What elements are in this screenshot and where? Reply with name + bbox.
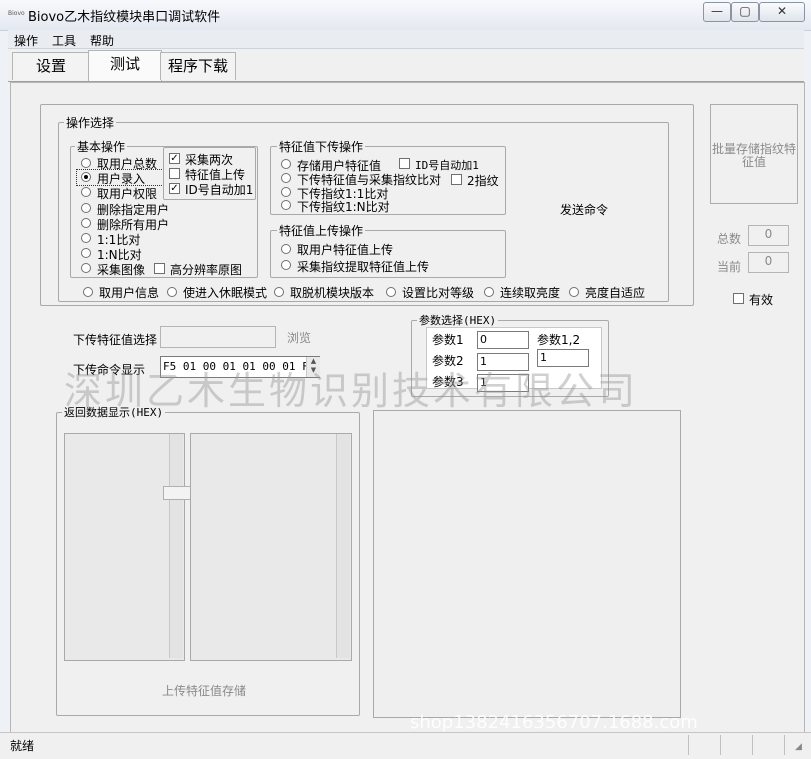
param12-label: 参数1,2 [537, 333, 581, 347]
radio-sleep-mode[interactable] [167, 287, 177, 297]
label-get-user-info: 取用户信息 [99, 286, 160, 300]
return-data-right-pane[interactable] [190, 433, 352, 661]
label-download-1-n: 下传指纹1:N比对 [297, 200, 390, 214]
checkbox-download-id-auto[interactable] [399, 158, 410, 169]
feature-upload-title: 特征值上传操作 [277, 222, 366, 239]
radio-brightness-adaptive[interactable] [569, 287, 579, 297]
download-feature-select-label: 下传特征值选择 [73, 333, 158, 347]
total-label: 总数 [717, 232, 742, 246]
watermark-company: 深圳乙木生物识别技术有限公司 [64, 369, 639, 413]
radio-store-user-feature[interactable] [281, 159, 291, 169]
radio-delete-user[interactable] [81, 203, 91, 213]
param1-label: 参数1 [432, 333, 464, 347]
checkbox-two-fingerprints[interactable] [451, 174, 462, 185]
status-divider [720, 735, 721, 755]
radio-compare-1-1[interactable] [81, 233, 91, 243]
label-set-compare-level: 设置比对等级 [402, 286, 475, 300]
send-command-button[interactable]: 发送命令 [560, 201, 608, 218]
checkbox-valid[interactable] [733, 293, 744, 304]
total-field: 0 [748, 225, 789, 246]
maximize-button[interactable]: ▢ [731, 2, 759, 22]
label-brightness-adaptive: 亮度自适应 [585, 286, 646, 300]
radio-upload-user-feature[interactable] [281, 244, 291, 254]
radio-get-user-count[interactable] [81, 158, 91, 168]
status-bar [0, 732, 811, 759]
upload-store-button[interactable]: 上传特征值存储 [162, 682, 246, 699]
params-title: 参数选择(HEX) [417, 312, 499, 328]
current-label: 当前 [717, 260, 742, 274]
radio-delete-all-users[interactable] [81, 218, 91, 228]
basic-operations-title: 基本操作 [75, 138, 128, 155]
feature-download-title: 特征值下传操作 [277, 138, 366, 155]
current-field: 0 [748, 252, 789, 273]
operation-select-title: 操作选择 [64, 114, 117, 131]
label-two-fingerprints: 2指纹 [467, 174, 499, 188]
fingerprint-image-area [373, 410, 681, 718]
menu-tools[interactable]: 工具 [52, 32, 76, 49]
label-get-user-permission: 取用户权限 [97, 187, 158, 201]
return-data-left-pane[interactable] [64, 433, 185, 661]
menu-bar [8, 30, 804, 49]
param1-field[interactable]: 0 [477, 331, 529, 349]
radio-set-compare-level[interactable] [386, 287, 396, 297]
radio-get-user-info[interactable] [83, 287, 93, 297]
window-title: Biovo乙木指纹模块串口调试软件 [28, 10, 221, 25]
minimize-button[interactable]: — [703, 2, 731, 22]
close-button[interactable]: ✕ [759, 2, 805, 22]
label-get-version: 取脱机模块版本 [290, 286, 375, 300]
status-divider [784, 735, 785, 755]
checkbox-hires-image[interactable] [154, 263, 165, 274]
radio-capture-image[interactable] [81, 263, 91, 273]
radio-user-enroll[interactable] [81, 172, 91, 182]
download-feature-path-field[interactable] [160, 326, 276, 348]
checkbox-upload-feature[interactable] [169, 168, 180, 179]
label-valid: 有效 [749, 293, 774, 307]
watermark-shop-url: shop1382416356707.1688.com [410, 712, 698, 733]
label-sleep-mode: 使进入休眠模式 [183, 286, 268, 300]
checkbox-id-auto-inc[interactable]: ✓ [169, 183, 180, 194]
app-icon: Biovo [8, 10, 25, 17]
radio-compare-1-n[interactable] [81, 248, 91, 258]
batch-store-button[interactable]: 批量存储指纹特征值 [710, 104, 798, 204]
tab-test[interactable]: 测试 [88, 50, 162, 81]
radio-download-1-1[interactable] [281, 187, 291, 197]
radio-capture-extract-upload[interactable] [281, 260, 291, 270]
label-capture-extract-upload: 采集指纹提取特征值上传 [297, 260, 430, 274]
label-id-auto-inc: ID号自动加1 [185, 183, 254, 197]
radio-download-1-n[interactable] [281, 200, 291, 210]
checkbox-capture-twice[interactable]: ✓ [169, 153, 180, 164]
status-text: 就绪 [10, 739, 35, 753]
menu-help[interactable]: 帮助 [90, 32, 114, 49]
label-continuous-brightness: 连续取亮度 [500, 286, 561, 300]
left-pane-scrollbar[interactable] [169, 434, 183, 658]
tab-settings[interactable]: 设置 [12, 52, 90, 80]
radio-get-user-permission[interactable] [81, 187, 91, 197]
menu-operation[interactable]: 操作 [14, 32, 38, 49]
status-divider [688, 735, 689, 755]
label-hires-image: 高分辨率原图 [170, 263, 243, 277]
label-capture-image: 采集图像 [97, 263, 146, 277]
label-upload-user-feature: 取用户特征值上传 [297, 243, 394, 257]
tab-program-download[interactable]: 程序下载 [160, 52, 236, 80]
radio-get-version[interactable] [274, 287, 284, 297]
status-divider [752, 735, 753, 755]
radio-download-compare[interactable] [281, 173, 291, 183]
radio-continuous-brightness[interactable] [484, 287, 494, 297]
resize-grip-icon[interactable]: ◢ [795, 742, 802, 752]
right-pane-scrollbar[interactable] [336, 434, 350, 658]
browse-button[interactable]: 浏览 [287, 329, 311, 346]
